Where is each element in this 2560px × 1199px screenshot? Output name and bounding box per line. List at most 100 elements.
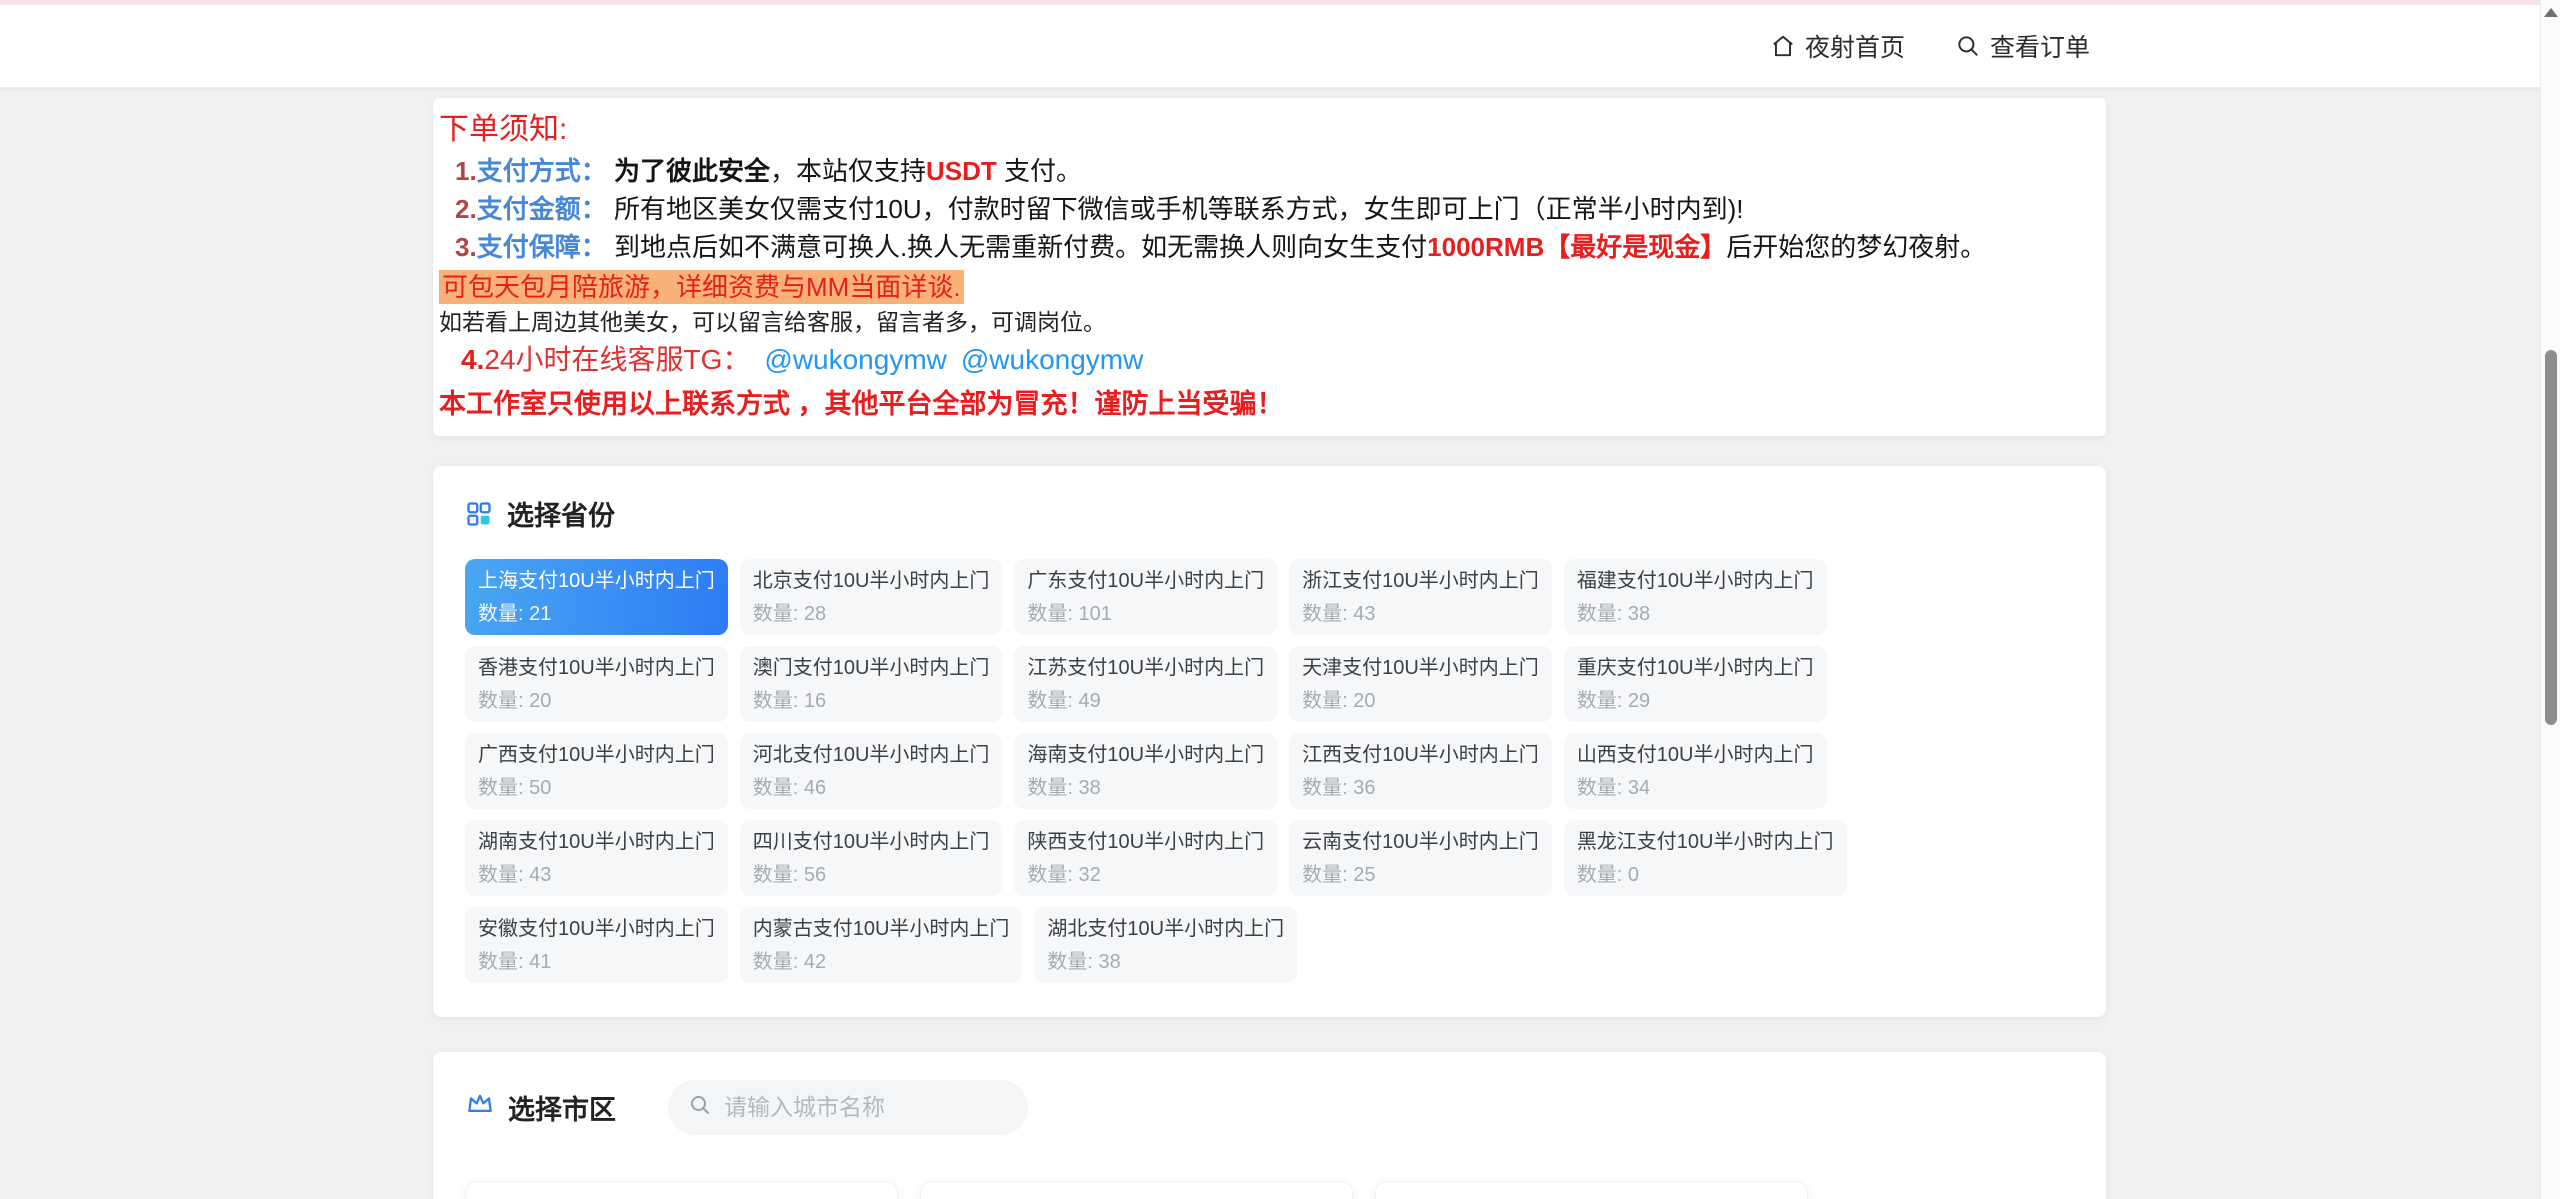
province-tile-label: 四川支付10U半小时内上门: [753, 829, 990, 856]
province-tile-count: 数量: 28: [753, 601, 990, 627]
notice-line-payment-method: 1.支付方式： 为了彼此安全，本站仅支持USDT 支付。: [439, 152, 2086, 190]
telegram-link-1[interactable]: @wukongymw: [764, 344, 946, 375]
province-tile-count: 数量: 20: [1302, 688, 1539, 714]
province-tile[interactable]: 北京支付10U半小时内上门 数量: 28: [740, 559, 1003, 635]
province-tile-count: 数量: 29: [1577, 688, 1814, 714]
province-tile-label: 湖北支付10U半小时内上门: [1047, 916, 1284, 943]
province-tile[interactable]: 澳门支付10U半小时内上门 数量: 16: [740, 646, 1003, 722]
province-tile-label: 黑龙江支付10U半小时内上门: [1577, 829, 1834, 856]
province-tile-label: 浙江支付10U半小时内上门: [1302, 568, 1539, 595]
search-icon: [1955, 33, 1981, 59]
province-tile-count: 数量: 20: [478, 688, 715, 714]
nav-orders-label: 查看订单: [1990, 28, 2090, 64]
province-tile[interactable]: 广西支付10U半小时内上门 数量: 50: [465, 733, 728, 809]
province-tile-label: 江苏支付10U半小时内上门: [1027, 655, 1264, 682]
province-tile[interactable]: 云南支付10U半小时内上门 数量: 25: [1289, 820, 1552, 896]
province-tile[interactable]: 内蒙古支付10U半小时内上门 数量: 42: [740, 907, 1023, 983]
province-tile[interactable]: 广东支付10U半小时内上门 数量: 101: [1014, 559, 1277, 635]
district-card-list: 黄浦区、徐汇区、长宁区… 10.00 USDT 库存 100 宝山区、嘉定区、浦…: [465, 1181, 2074, 1199]
province-section-title: 选择省份: [507, 494, 615, 533]
province-tile[interactable]: 香港支付10U半小时内上门 数量: 20: [465, 646, 728, 722]
city-search-field[interactable]: [668, 1080, 1028, 1135]
notice-highlight: 可包天包月陪旅游，详细资费与MM当面详谈.: [439, 270, 964, 304]
province-tile[interactable]: 湖北支付10U半小时内上门 数量: 38: [1034, 907, 1297, 983]
province-tile[interactable]: 海南支付10U半小时内上门 数量: 38: [1014, 733, 1277, 809]
province-tile-count: 数量: 46: [753, 775, 990, 801]
province-tile[interactable]: 四川支付10U半小时内上门 数量: 56: [740, 820, 1003, 896]
province-tile[interactable]: 上海支付10U半小时内上门 数量: 21: [465, 559, 728, 635]
district-card[interactable]: 东城区、西城区、朝阳区… 10.00 USDT 库存 100: [1375, 1181, 1808, 1199]
notice-title: 下单须知:: [439, 108, 2086, 152]
province-tile[interactable]: 江西支付10U半小时内上门 数量: 36: [1289, 733, 1552, 809]
search-icon: [688, 1093, 712, 1122]
nav-home-link[interactable]: 夜射首页: [1770, 28, 1905, 64]
province-tile-count: 数量: 56: [753, 862, 990, 888]
province-tile[interactable]: 天津支付10U半小时内上门 数量: 20: [1289, 646, 1552, 722]
province-tile[interactable]: 河北支付10U半小时内上门 数量: 46: [740, 733, 1003, 809]
province-tile-label: 上海支付10U半小时内上门: [478, 568, 715, 595]
home-icon: [1770, 33, 1796, 59]
province-tile[interactable]: 安徽支付10U半小时内上门 数量: 41: [465, 907, 728, 983]
district-panel-header: 选择市区: [465, 1080, 2074, 1135]
page: 夜射首页 查看订单 下单须知: 1.支付方式： 为了彼此安全，本站仅支持USDT…: [0, 0, 2560, 1199]
nav-orders-link[interactable]: 查看订单: [1955, 28, 2090, 64]
order-notice-card: 下单须知: 1.支付方式： 为了彼此安全，本站仅支持USDT 支付。 2.支付金…: [433, 98, 2106, 436]
province-tile[interactable]: 山西支付10U半小时内上门 数量: 34: [1564, 733, 1827, 809]
grid-icon: [465, 500, 493, 528]
province-tile-count: 数量: 101: [1027, 601, 1264, 627]
province-tile-label: 江西支付10U半小时内上门: [1302, 742, 1539, 769]
province-tile[interactable]: 黑龙江支付10U半小时内上门 数量: 0: [1564, 820, 1847, 896]
province-tile-label: 陕西支付10U半小时内上门: [1027, 829, 1264, 856]
page-scrollbar[interactable]: [2540, 0, 2560, 1199]
province-tile-count: 数量: 42: [753, 949, 1010, 975]
notice-line-telegram: 4.24小时在线客服TG：@wukongymw@wukongymw: [439, 338, 2086, 382]
province-tile-label: 河北支付10U半小时内上门: [753, 742, 990, 769]
province-tile-label: 澳门支付10U半小时内上门: [753, 655, 990, 682]
telegram-link-2[interactable]: @wukongymw: [961, 344, 1143, 375]
province-tile-label: 云南支付10U半小时内上门: [1302, 829, 1539, 856]
province-tile-count: 数量: 25: [1302, 862, 1539, 888]
province-tile-count: 数量: 41: [478, 949, 715, 975]
province-tile-count: 数量: 38: [1577, 601, 1814, 627]
notice-warning: 本工作室只使用以上联系方式 ，其他平台全部为冒充！谨防上当受骗！: [439, 384, 2086, 424]
province-tile[interactable]: 湖南支付10U半小时内上门 数量: 43: [465, 820, 728, 896]
notice-note: 如若看上周边其他美女，可以留言给客服，留言者多，可调岗位。: [439, 306, 2086, 338]
province-tile-label: 北京支付10U半小时内上门: [753, 568, 990, 595]
province-tile-count: 数量: 50: [478, 775, 715, 801]
province-tile-count: 数量: 0: [1577, 862, 1834, 888]
arrow-up-icon[interactable]: [2544, 8, 2558, 17]
district-card[interactable]: 宝山区、嘉定区、浦东新… 10.00 USDT 库存 100: [920, 1181, 1353, 1199]
crown-icon: [465, 1089, 495, 1126]
scrollbar-thumb[interactable]: [2545, 350, 2557, 725]
nav-home-label: 夜射首页: [1805, 28, 1905, 64]
province-tile-label: 福建支付10U半小时内上门: [1577, 568, 1814, 595]
province-tile[interactable]: 重庆支付10U半小时内上门 数量: 29: [1564, 646, 1827, 722]
city-search-input[interactable]: [724, 1094, 1008, 1121]
notice-line-payment-amount: 2.支付金额： 所有地区美女仅需支付10U，付款时留下微信或手机等联系方式，女生…: [439, 190, 2086, 228]
district-section-title: 选择市区: [508, 1088, 616, 1127]
province-tile-label: 内蒙古支付10U半小时内上门: [753, 916, 1010, 943]
province-tile-count: 数量: 36: [1302, 775, 1539, 801]
province-tile-label: 广东支付10U半小时内上门: [1027, 568, 1264, 595]
province-tile-count: 数量: 16: [753, 688, 990, 714]
province-panel: 选择省份 上海支付10U半小时内上门 数量: 21 北京支付10U半小时内上门 …: [433, 466, 2106, 1017]
province-tile-label: 山西支付10U半小时内上门: [1577, 742, 1814, 769]
province-tile-count: 数量: 38: [1047, 949, 1284, 975]
province-tile-label: 湖南支付10U半小时内上门: [478, 829, 715, 856]
province-grid: 上海支付10U半小时内上门 数量: 21 北京支付10U半小时内上门 数量: 2…: [465, 559, 2074, 983]
province-tile-label: 广西支付10U半小时内上门: [478, 742, 715, 769]
province-tile-count: 数量: 49: [1027, 688, 1264, 714]
province-panel-header: 选择省份: [465, 494, 2074, 533]
province-tile[interactable]: 福建支付10U半小时内上门 数量: 38: [1564, 559, 1827, 635]
province-tile[interactable]: 江苏支付10U半小时内上门 数量: 49: [1014, 646, 1277, 722]
province-tile[interactable]: 浙江支付10U半小时内上门 数量: 43: [1289, 559, 1552, 635]
top-nav: 夜射首页 查看订单: [0, 5, 2560, 88]
province-tile-label: 海南支付10U半小时内上门: [1027, 742, 1264, 769]
district-card[interactable]: 黄浦区、徐汇区、长宁区… 10.00 USDT 库存 100: [465, 1181, 898, 1199]
province-tile-count: 数量: 34: [1577, 775, 1814, 801]
province-tile[interactable]: 陕西支付10U半小时内上门 数量: 32: [1014, 820, 1277, 896]
notice-line-payment-guarantee: 3.支付保障： 到地点后如不满意可换人.换人无需重新付费。如无需换人则向女生支付…: [439, 228, 2086, 266]
province-tile-label: 重庆支付10U半小时内上门: [1577, 655, 1814, 682]
province-tile-label: 天津支付10U半小时内上门: [1302, 655, 1539, 682]
province-tile-count: 数量: 43: [1302, 601, 1539, 627]
